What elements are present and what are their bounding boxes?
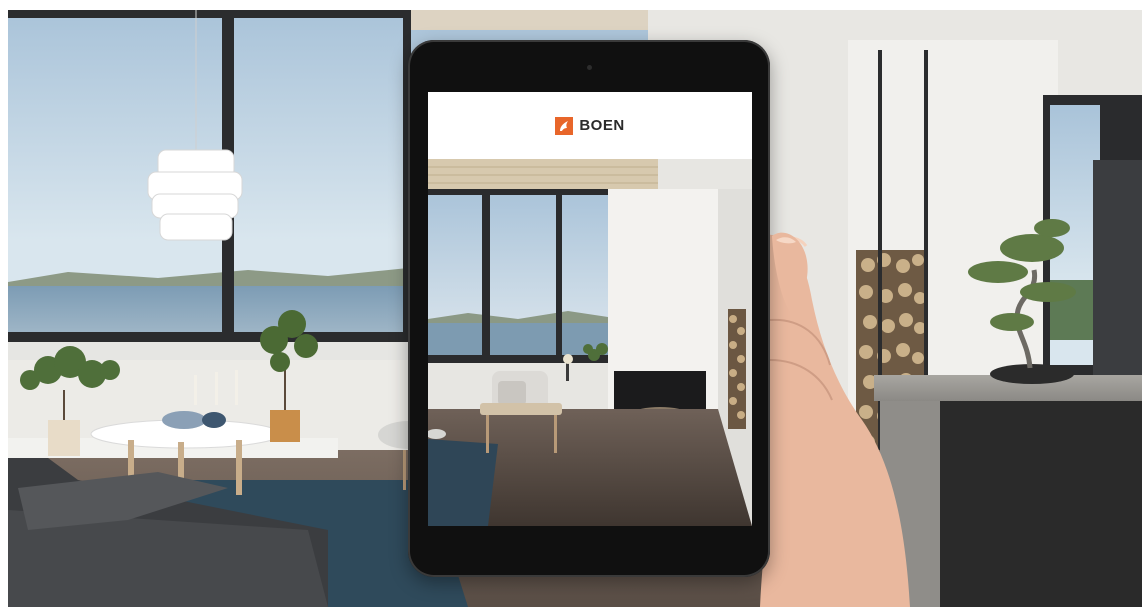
thumb bbox=[772, 232, 808, 312]
